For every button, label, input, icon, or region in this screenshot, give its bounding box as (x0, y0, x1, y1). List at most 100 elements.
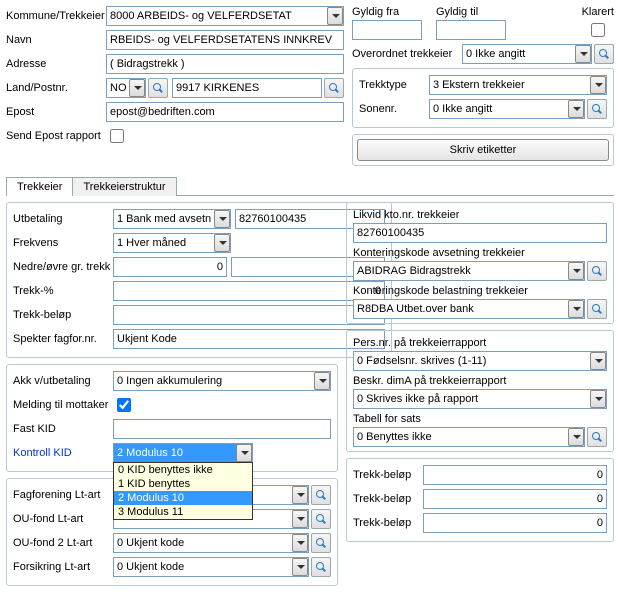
kid-option-0[interactable]: 0 KID benyttes ikke (114, 463, 252, 477)
sonenr-input[interactable] (429, 99, 585, 119)
kont-bel-input[interactable] (353, 299, 585, 319)
kontrollkid-dropdown-btn[interactable] (236, 444, 252, 462)
fagforening-dropdown-btn[interactable] (292, 486, 308, 504)
label-utbetaling: Utbetaling (13, 213, 113, 225)
sonenr-search-btn[interactable] (587, 99, 607, 119)
label-adresse: Adresse (6, 58, 106, 70)
akk-dropdown-btn[interactable] (314, 372, 330, 390)
akk-select[interactable] (113, 371, 331, 391)
kommune-dropdown-btn[interactable] (327, 7, 343, 25)
kont-bel-dropdown-btn[interactable] (568, 300, 584, 318)
tabell-dropdown-btn[interactable] (568, 428, 584, 446)
persnr-input[interactable] (353, 351, 607, 371)
overordnet-input[interactable] (462, 44, 592, 64)
label-sendepost: Send Epost rapport (6, 130, 106, 142)
trekkpct-input[interactable] (113, 281, 385, 301)
trekktype-dropdown-btn[interactable] (590, 76, 606, 94)
beskr-input[interactable] (353, 389, 607, 409)
beskr-dropdown-btn[interactable] (590, 390, 606, 408)
epost-input[interactable] (106, 102, 344, 122)
kid-option-1[interactable]: 1 KID benyttes (114, 477, 252, 491)
label-gyldigfra: Gyldig fra (352, 6, 422, 18)
kid-option-3[interactable]: 3 Modulus 11 (114, 505, 252, 519)
kont-avs-dropdown-btn[interactable] (568, 262, 584, 280)
search-icon (592, 304, 602, 314)
search-icon (592, 104, 602, 114)
fastkid-input[interactable] (113, 419, 331, 439)
label-beskr: Beskr. dimA på trekkeierrapport (353, 375, 607, 387)
label-likvid: Likvid kto.nr. trekkeier (353, 209, 607, 221)
likvid-input[interactable] (353, 223, 607, 243)
label-spekter: Spekter fagfor.nr. (13, 333, 113, 345)
label-tabell: Tabell for sats (353, 413, 607, 425)
trekktype-input[interactable] (429, 75, 607, 95)
kontrollkid-select[interactable] (113, 443, 253, 463)
kontrollkid-dropdown-list[interactable]: 0 KID benyttes ikke 1 KID benyttes 2 Mod… (113, 462, 253, 520)
nedre-input[interactable] (113, 257, 227, 277)
label-oufond: OU-fond Lt-art (13, 513, 113, 525)
label-forsikring: Forsikring Lt-art (13, 561, 113, 573)
label-kont-avs: Konteringskode avsetning trekkeier (353, 247, 607, 259)
search-icon (599, 49, 609, 59)
search-icon (592, 266, 602, 276)
search-icon (592, 432, 602, 442)
forsikring-input[interactable] (113, 557, 309, 577)
postnr-search-btn[interactable] (324, 78, 344, 98)
tb-input-1[interactable] (423, 465, 607, 485)
label-tb-2: Trekk-beløp (353, 493, 423, 505)
label-tb-3: Trekk-beløp (353, 517, 423, 529)
sendepost-checkbox[interactable] (110, 129, 124, 143)
label-kontrollkid: Kontroll KID (13, 447, 113, 459)
spekter-input[interactable] (113, 329, 385, 349)
gyldigfra-input[interactable] (352, 20, 422, 40)
label-akk: Akk v/utbetaling (13, 375, 113, 387)
label-kont-bel: Konteringskode belastning trekkeier (353, 285, 607, 297)
kont-avs-search-btn[interactable] (587, 261, 607, 281)
kommune-input[interactable] (106, 6, 344, 26)
forsikring-search-btn[interactable] (311, 557, 331, 577)
oufond2-input[interactable] (113, 533, 309, 553)
skriv-etiketter-button[interactable]: Skriv etiketter (357, 139, 609, 161)
tab-trekkeierstruktur[interactable]: Trekkeierstruktur (72, 177, 176, 196)
adresse-input[interactable] (106, 54, 344, 74)
oufond-dropdown-btn[interactable] (292, 510, 308, 528)
forsikring-dropdown-btn[interactable] (292, 558, 308, 576)
tb-input-2[interactable] (423, 489, 607, 509)
persnr-dropdown-btn[interactable] (590, 352, 606, 370)
frekvens-dropdown-btn[interactable] (214, 234, 230, 252)
kont-avs-input[interactable] (353, 261, 585, 281)
label-nedre: Nedre/øvre gr. trekk (13, 261, 113, 273)
melding-checkbox[interactable] (117, 398, 131, 412)
label-fastkid: Fast KID (13, 423, 113, 435)
kont-bel-search-btn[interactable] (587, 299, 607, 319)
sonenr-dropdown-btn[interactable] (568, 100, 584, 118)
overordnet-dropdown-btn[interactable] (575, 45, 591, 63)
label-trekkbelop: Trekk-beløp (13, 309, 113, 321)
label-tb-1: Trekk-beløp (353, 469, 423, 481)
fagforening-search-btn[interactable] (311, 485, 331, 505)
tabell-input[interactable] (353, 427, 585, 447)
search-icon (316, 562, 326, 572)
oufond2-search-btn[interactable] (311, 533, 331, 553)
label-kommune: Kommune/Trekkeier (6, 10, 106, 22)
land-dropdown-btn[interactable] (129, 79, 145, 97)
label-persnr: Pers.nr. på trekkeierrapport (353, 337, 607, 349)
tabell-search-btn[interactable] (587, 427, 607, 447)
oufond2-dropdown-btn[interactable] (292, 534, 308, 552)
label-epost: Epost (6, 106, 106, 118)
oufond-search-btn[interactable] (311, 509, 331, 529)
label-trekkpct: Trekk-% (13, 285, 113, 297)
klarert-checkbox[interactable] (591, 23, 605, 37)
postnr-input[interactable] (172, 78, 322, 98)
overordnet-search-btn[interactable] (594, 44, 614, 64)
search-icon (316, 490, 326, 500)
gyldigtil-input[interactable] (436, 20, 506, 40)
utbetaling-dropdown-btn[interactable] (214, 210, 230, 228)
tb-input-3[interactable] (423, 513, 607, 533)
trekkbelop-input[interactable] (113, 305, 385, 325)
land-search-btn[interactable] (148, 78, 168, 98)
tab-trekkeier[interactable]: Trekkeier (6, 177, 73, 196)
kid-option-2[interactable]: 2 Modulus 10 (114, 491, 252, 505)
navn-input[interactable] (106, 30, 344, 50)
label-navn: Navn (6, 34, 106, 46)
